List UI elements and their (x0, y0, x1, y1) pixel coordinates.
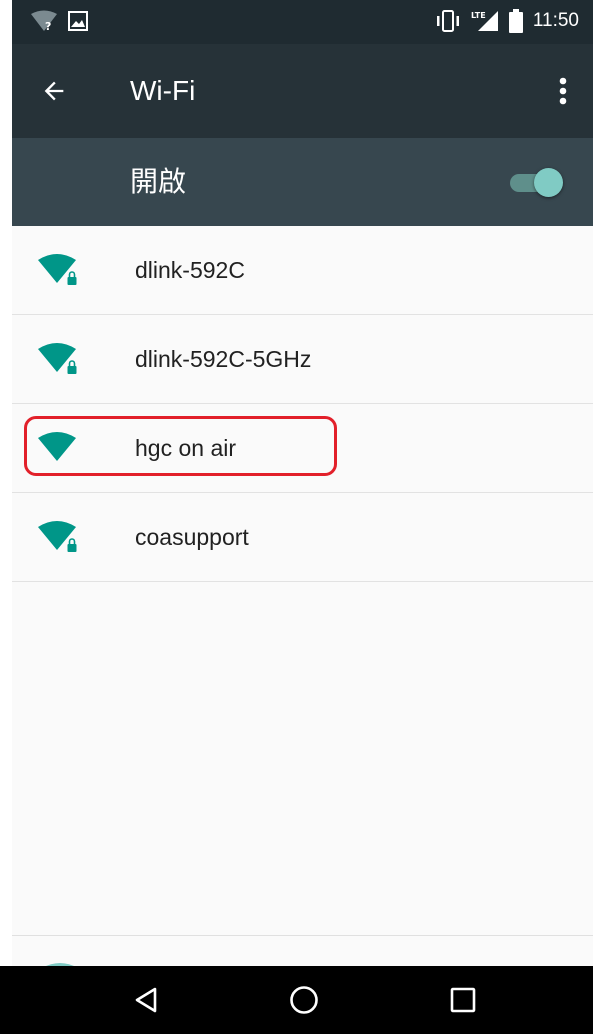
status-bar: ? LTE 11:50 (12, 0, 593, 44)
status-left-icons: ? (30, 10, 88, 32)
network-name: hgc on air (135, 435, 237, 461)
status-time: 11:50 (532, 10, 579, 31)
more-vert-icon (559, 77, 567, 105)
network-item-hgc-on-air[interactable]: hgc on air (12, 404, 593, 493)
arrow-back-icon (44, 81, 64, 101)
list-divider (12, 935, 593, 936)
svg-text:LTE: LTE (471, 11, 486, 20)
back-triangle-icon (135, 987, 157, 1013)
wifi-secured-icon (38, 254, 77, 285)
lte-signal-icon: LTE (471, 11, 498, 31)
svg-text:?: ? (45, 20, 51, 32)
app-bar: Wi-Fi (12, 44, 593, 138)
network-item-dlink-592c-5ghz[interactable]: dlink-592C-5GHz (12, 315, 593, 404)
wifi-secured-icon (38, 343, 77, 374)
network-name: dlink-592C (135, 257, 245, 283)
wifi-switch-label: 開啟 (130, 166, 187, 197)
nav-back-button[interactable] (126, 980, 166, 1020)
status-right-icons: LTE 11:50 (435, 9, 579, 33)
navigation-bar (0, 966, 593, 1034)
network-name: coasupport (135, 524, 249, 550)
wifi-master-switch-bar[interactable]: 開啟 (12, 138, 593, 226)
wifi-settings-screen: ? LTE 11:50 Wi-Fi 開啟 dlink-592C dlink-59… (12, 0, 593, 1034)
more-options-button[interactable] (545, 71, 581, 111)
wifi-open-icon (38, 432, 76, 461)
battery-icon (508, 9, 523, 33)
page-title: Wi-Fi (130, 75, 196, 106)
recents-square-icon (450, 987, 476, 1013)
image-notification-icon (68, 11, 88, 31)
vibrate-icon (436, 10, 459, 32)
nav-home-button[interactable] (284, 980, 324, 1020)
toggle-thumb (534, 168, 563, 197)
back-button[interactable] (36, 73, 72, 109)
wifi-unknown-icon: ? (31, 10, 57, 32)
network-name: dlink-592C-5GHz (135, 346, 312, 372)
wifi-toggle-switch[interactable] (510, 164, 566, 200)
home-circle-icon (290, 986, 318, 1014)
nav-recents-button[interactable] (443, 980, 483, 1020)
network-list: dlink-592C dlink-592C-5GHz hgc on air co… (12, 226, 593, 582)
network-item-coasupport[interactable]: coasupport (12, 493, 593, 582)
wifi-secured-icon (38, 521, 77, 552)
network-item-dlink-592c[interactable]: dlink-592C (12, 226, 593, 315)
